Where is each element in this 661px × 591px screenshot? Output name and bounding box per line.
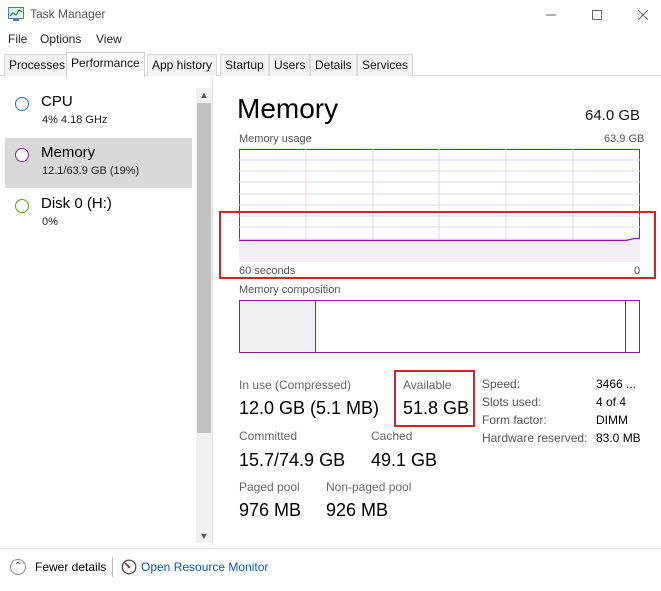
scroll-up-icon[interactable]: ▲ [196,88,212,102]
graph-highlight-box [219,211,656,279]
hardware-reserved-label: Hardware reserved: [482,431,588,445]
paged-pool-value: 976 MB [239,500,302,520]
footer-bar: ⌃ Fewer details Open Resource Monitor [0,548,661,591]
memory-composition-bar [239,300,640,353]
close-button[interactable] [620,0,661,30]
sidebar-item-label: Memory [41,144,96,161]
sidebar-item-detail: 12.1/63.9 GB (19%) [42,165,140,177]
composition-free-divider [625,301,626,352]
usage-graph-label: Memory usage [239,133,312,145]
tab-performance[interactable]: Performance [66,52,145,77]
in-use-value: 12.0 GB (5.1 MB) [239,398,380,418]
tab-details[interactable]: Details [310,54,357,76]
menu-options[interactable]: Options [40,32,81,46]
page-title: Memory [237,93,339,124]
usage-graph-max: 63.9 GB [604,133,645,145]
footer-divider [112,557,113,577]
menu-view[interactable]: View [96,32,122,46]
slots-used-value: 4 of 4 [596,395,627,409]
composition-label: Memory composition [239,284,341,296]
maximize-icon [592,10,602,20]
in-use-label: In use (Compressed) [239,378,352,392]
sidebar-item-detail: 4% 4.18 GHz [42,114,108,126]
form-factor-label: Form factor: [482,413,547,427]
sidebar-item-detail: 0% [42,216,58,228]
cached-label: Cached [371,429,413,443]
open-resource-monitor-link[interactable]: Open Resource Monitor [141,560,268,574]
sidebar-item-memory[interactable]: Memory 12.1/63.9 GB (19%) [5,138,192,188]
resource-list: CPU 4% 4.18 GHz Memory 12.1/63.9 GB (19%… [0,77,213,545]
tab-app-history[interactable]: App history [147,54,218,76]
speed-label: Speed: [482,377,521,391]
tab-strip: Processes Performance App history Startu… [0,52,661,77]
cpu-indicator-icon [15,97,29,111]
scroll-down-icon[interactable]: ▼ [196,529,212,543]
window-title: Task Manager [30,7,106,21]
tab-services[interactable]: Services [357,54,414,76]
memory-indicator-icon [15,148,29,162]
composition-in-use [240,301,316,352]
sidebar-scrollbar[interactable]: ▲ ▼ [196,88,212,543]
sidebar-item-disk[interactable]: Disk 0 (H:) 0% [5,189,192,239]
form-factor-value: DIMM [596,413,628,427]
menu-file[interactable]: File [8,32,27,46]
committed-value: 15.7/74.9 GB [239,450,346,470]
chevron-up-icon[interactable]: ⌃ [10,559,26,575]
non-paged-pool-value: 926 MB [326,500,389,520]
menu-bar: File Options View [0,30,661,50]
cached-value: 49.1 GB [371,450,438,470]
disk-indicator-icon [15,199,29,213]
sidebar-item-label: CPU [41,93,73,110]
speed-value: 3466 ... [596,377,637,391]
tab-startup[interactable]: Startup [220,54,269,76]
close-icon [638,10,648,20]
tab-processes[interactable]: Processes [4,54,71,76]
task-manager-icon [8,7,24,21]
hardware-reserved-value: 83.0 MB [596,431,641,445]
resource-monitor-icon[interactable] [121,559,137,575]
sidebar-item-label: Disk 0 (H:) [41,195,112,212]
fewer-details-link[interactable]: Fewer details [35,560,106,574]
maximize-button[interactable] [574,0,620,30]
paged-pool-label: Paged pool [239,480,300,494]
title-bar: Task Manager [0,0,661,30]
non-paged-pool-label: Non-paged pool [326,480,412,494]
memory-total: 64.0 GB [585,107,641,124]
tab-users[interactable]: Users [269,54,311,76]
committed-label: Committed [239,429,298,443]
available-highlight-box [394,370,475,427]
minimize-button[interactable] [528,0,574,30]
slots-used-label: Slots used: [482,395,542,409]
sidebar-item-cpu[interactable]: CPU 4% 4.18 GHz [5,87,192,137]
minimize-icon [546,14,556,16]
scrollbar-thumb[interactable] [197,103,211,433]
